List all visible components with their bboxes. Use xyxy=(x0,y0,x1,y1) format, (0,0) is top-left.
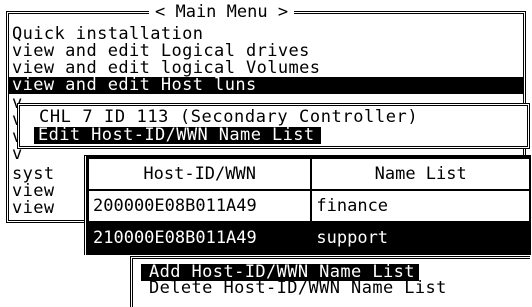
action-menu-panel: Add Host-ID/WWN Name List Delete Host-ID… xyxy=(130,256,530,307)
column-header-name-list: Name List xyxy=(310,157,531,191)
column-header-host-id-wwn: Host-ID/WWN xyxy=(86,157,313,191)
table-header-row: Host-ID/WWN Name List xyxy=(86,157,531,191)
name-list-cell[interactable]: support xyxy=(310,221,531,255)
menu-item-view[interactable]: view xyxy=(12,200,55,217)
name-list-cell[interactable]: finance xyxy=(310,189,531,223)
host-id-wwn-table: Host-ID/WWN Name List 200000E08B011A49 f… xyxy=(86,157,531,255)
menu-item-host-luns[interactable]: view and edit Host luns xyxy=(9,77,523,94)
main-menu-title: < Main Menu > xyxy=(149,3,295,21)
table-row-selected[interactable]: 210000E08B011A49 support xyxy=(86,221,531,255)
table-row[interactable]: 200000E08B011A49 finance xyxy=(86,189,531,223)
edit-host-id-wwn-option[interactable]: Edit Host-ID/WWN Name List xyxy=(34,127,321,144)
delete-name-list-option[interactable]: Delete Host-ID/WWN Name List xyxy=(149,280,447,297)
host-id-cell[interactable]: 210000E08B011A49 xyxy=(86,221,313,255)
channel-title: CHL 7 ID 113 (Secondary Controller) xyxy=(39,107,419,127)
host-table-panel: Host-ID/WWN Name List 200000E08B011A49 f… xyxy=(84,155,531,255)
channel-box: CHL 7 ID 113 (Secondary Controller) Edit… xyxy=(17,103,530,149)
host-id-cell[interactable]: 200000E08B011A49 xyxy=(86,189,313,223)
